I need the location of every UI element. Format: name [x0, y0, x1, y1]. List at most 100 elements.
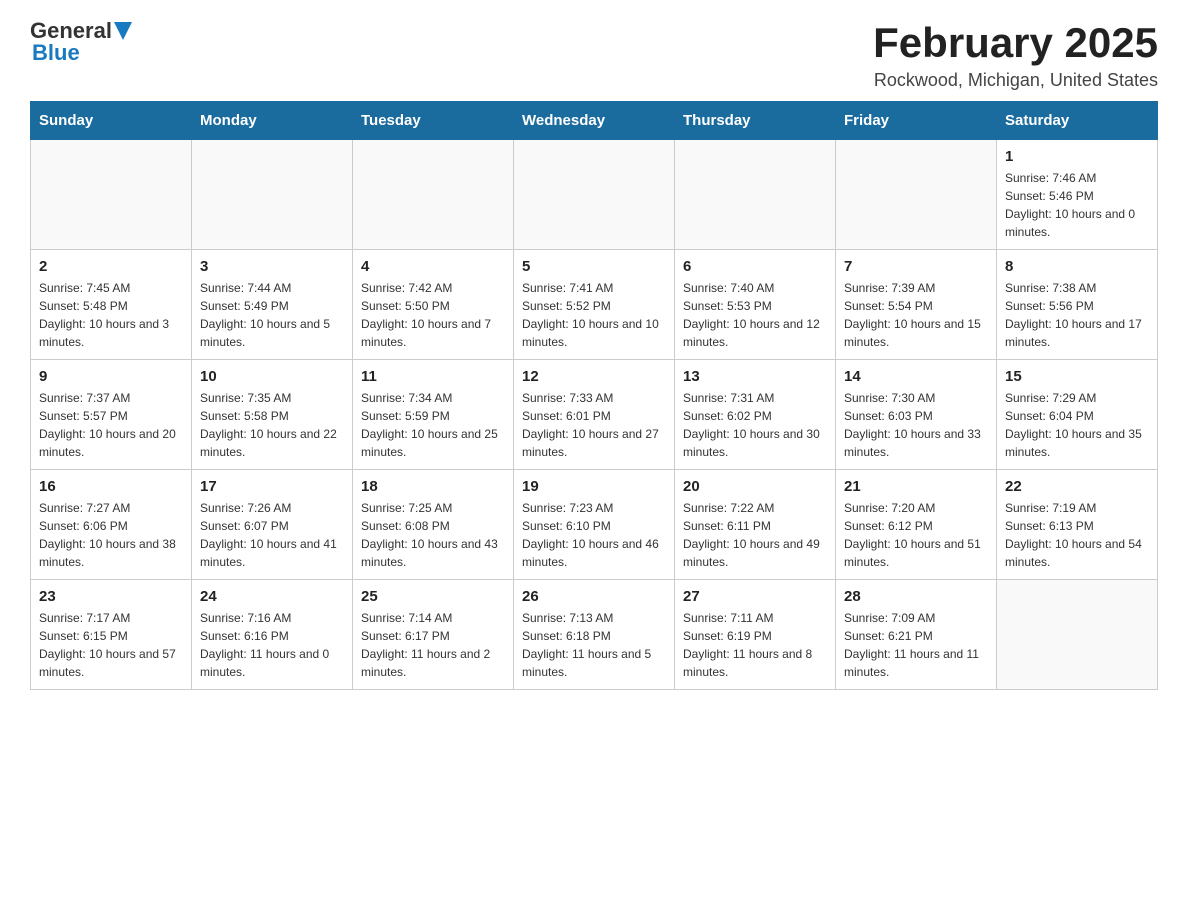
day-info: Sunrise: 7:26 AMSunset: 6:07 PMDaylight:… — [200, 499, 344, 571]
calendar-day-cell — [836, 140, 997, 250]
calendar-day-cell: 23 Sunrise: 7:17 AMSunset: 6:15 PMDayligh… — [31, 580, 192, 690]
calendar-day-cell: 13 Sunrise: 7:31 AMSunset: 6:02 PMDayligh… — [675, 360, 836, 470]
logo-general-text: General — [30, 20, 112, 42]
day-info: Sunrise: 7:14 AMSunset: 6:17 PMDaylight:… — [361, 609, 505, 681]
day-info: Sunrise: 7:20 AMSunset: 6:12 PMDaylight:… — [844, 499, 988, 571]
calendar-week-row: 16 Sunrise: 7:27 AMSunset: 6:06 PMDayligh… — [31, 470, 1158, 580]
col-tuesday: Tuesday — [353, 102, 514, 140]
day-number: 16 — [39, 478, 183, 495]
logo: General Blue — [30, 20, 132, 64]
day-info: Sunrise: 7:33 AMSunset: 6:01 PMDaylight:… — [522, 389, 666, 461]
calendar-day-cell: 6 Sunrise: 7:40 AMSunset: 5:53 PMDaylight… — [675, 250, 836, 360]
calendar-day-cell — [31, 140, 192, 250]
day-info: Sunrise: 7:16 AMSunset: 6:16 PMDaylight:… — [200, 609, 344, 681]
day-info: Sunrise: 7:41 AMSunset: 5:52 PMDaylight:… — [522, 279, 666, 351]
calendar-day-cell: 27 Sunrise: 7:11 AMSunset: 6:19 PMDayligh… — [675, 580, 836, 690]
col-sunday: Sunday — [31, 102, 192, 140]
day-number: 7 — [844, 258, 988, 275]
day-info: Sunrise: 7:42 AMSunset: 5:50 PMDaylight:… — [361, 279, 505, 351]
calendar-day-cell: 4Sunrise: 7:42 AMSunset: 5:50 PMDaylight… — [353, 250, 514, 360]
day-info: Sunrise: 7:45 AMSunset: 5:48 PMDaylight:… — [39, 279, 183, 351]
day-info: Sunrise: 7:23 AMSunset: 6:10 PMDaylight:… — [522, 499, 666, 571]
page-header: General Blue February 2025 Rockwood, Mic… — [30, 20, 1158, 91]
calendar-day-cell — [997, 580, 1158, 690]
day-info: Sunrise: 7:37 AMSunset: 5:57 PMDaylight:… — [39, 389, 183, 461]
day-number: 5 — [522, 258, 666, 275]
day-info: Sunrise: 7:09 AMSunset: 6:21 PMDaylight:… — [844, 609, 988, 681]
calendar-day-cell: 7 Sunrise: 7:39 AMSunset: 5:54 PMDaylight… — [836, 250, 997, 360]
calendar-day-cell: 16 Sunrise: 7:27 AMSunset: 6:06 PMDayligh… — [31, 470, 192, 580]
calendar-day-cell: 9 Sunrise: 7:37 AMSunset: 5:57 PMDaylight… — [31, 360, 192, 470]
day-info: Sunrise: 7:27 AMSunset: 6:06 PMDaylight:… — [39, 499, 183, 571]
page-title: February 2025 — [873, 20, 1158, 66]
col-monday: Monday — [192, 102, 353, 140]
day-info: Sunrise: 7:38 AMSunset: 5:56 PMDaylight:… — [1005, 279, 1149, 351]
day-number: 25 — [361, 588, 505, 605]
calendar-week-row: 23 Sunrise: 7:17 AMSunset: 6:15 PMDayligh… — [31, 580, 1158, 690]
day-number: 26 — [522, 588, 666, 605]
day-number: 6 — [683, 258, 827, 275]
day-number: 11 — [361, 368, 505, 385]
calendar-day-cell: 8Sunrise: 7:38 AMSunset: 5:56 PMDaylight… — [997, 250, 1158, 360]
day-number: 28 — [844, 588, 988, 605]
day-number: 9 — [39, 368, 183, 385]
day-number: 24 — [200, 588, 344, 605]
calendar-header-row: Sunday Monday Tuesday Wednesday Thursday… — [31, 102, 1158, 140]
calendar-day-cell: 5 Sunrise: 7:41 AMSunset: 5:52 PMDaylight… — [514, 250, 675, 360]
calendar-day-cell: 17 Sunrise: 7:26 AMSunset: 6:07 PMDayligh… — [192, 470, 353, 580]
day-info: Sunrise: 7:40 AMSunset: 5:53 PMDaylight:… — [683, 279, 827, 351]
day-info: Sunrise: 7:19 AMSunset: 6:13 PMDaylight:… — [1005, 499, 1149, 571]
day-number: 1 — [1005, 148, 1149, 165]
day-number: 27 — [683, 588, 827, 605]
calendar-day-cell — [353, 140, 514, 250]
day-number: 10 — [200, 368, 344, 385]
calendar-day-cell: 20 Sunrise: 7:22 AMSunset: 6:11 PMDayligh… — [675, 470, 836, 580]
day-info: Sunrise: 7:44 AMSunset: 5:49 PMDaylight:… — [200, 279, 344, 351]
col-wednesday: Wednesday — [514, 102, 675, 140]
calendar-day-cell: 18 Sunrise: 7:25 AMSunset: 6:08 PMDayligh… — [353, 470, 514, 580]
day-number: 12 — [522, 368, 666, 385]
day-number: 23 — [39, 588, 183, 605]
calendar-day-cell: 22 Sunrise: 7:19 AMSunset: 6:13 PMDayligh… — [997, 470, 1158, 580]
day-info: Sunrise: 7:31 AMSunset: 6:02 PMDaylight:… — [683, 389, 827, 461]
calendar-day-cell: 14 Sunrise: 7:30 AMSunset: 6:03 PMDayligh… — [836, 360, 997, 470]
col-thursday: Thursday — [675, 102, 836, 140]
day-number: 14 — [844, 368, 988, 385]
day-info: Sunrise: 7:22 AMSunset: 6:11 PMDaylight:… — [683, 499, 827, 571]
day-info: Sunrise: 7:13 AMSunset: 6:18 PMDaylight:… — [522, 609, 666, 681]
calendar-day-cell: 25 Sunrise: 7:14 AMSunset: 6:17 PMDayligh… — [353, 580, 514, 690]
day-info: Sunrise: 7:46 AMSunset: 5:46 PMDaylight:… — [1005, 169, 1149, 241]
calendar-week-row: 2 Sunrise: 7:45 AMSunset: 5:48 PMDaylight… — [31, 250, 1158, 360]
day-info: Sunrise: 7:35 AMSunset: 5:58 PMDaylight:… — [200, 389, 344, 461]
day-number: 17 — [200, 478, 344, 495]
day-number: 13 — [683, 368, 827, 385]
day-number: 20 — [683, 478, 827, 495]
col-saturday: Saturday — [997, 102, 1158, 140]
calendar-day-cell: 12 Sunrise: 7:33 AMSunset: 6:01 PMDayligh… — [514, 360, 675, 470]
calendar-day-cell: 28 Sunrise: 7:09 AMSunset: 6:21 PMDayligh… — [836, 580, 997, 690]
day-info: Sunrise: 7:39 AMSunset: 5:54 PMDaylight:… — [844, 279, 988, 351]
day-info: Sunrise: 7:30 AMSunset: 6:03 PMDaylight:… — [844, 389, 988, 461]
col-friday: Friday — [836, 102, 997, 140]
calendar-day-cell: 1 Sunrise: 7:46 AMSunset: 5:46 PMDaylight… — [997, 140, 1158, 250]
day-info: Sunrise: 7:17 AMSunset: 6:15 PMDaylight:… — [39, 609, 183, 681]
calendar-day-cell: 11Sunrise: 7:34 AMSunset: 5:59 PMDayligh… — [353, 360, 514, 470]
day-number: 2 — [39, 258, 183, 275]
day-info: Sunrise: 7:29 AMSunset: 6:04 PMDaylight:… — [1005, 389, 1149, 461]
calendar-day-cell: 24 Sunrise: 7:16 AMSunset: 6:16 PMDayligh… — [192, 580, 353, 690]
day-number: 21 — [844, 478, 988, 495]
calendar-day-cell: 19Sunrise: 7:23 AMSunset: 6:10 PMDayligh… — [514, 470, 675, 580]
calendar-day-cell: 21 Sunrise: 7:20 AMSunset: 6:12 PMDayligh… — [836, 470, 997, 580]
day-number: 18 — [361, 478, 505, 495]
logo-blue-text: Blue — [32, 40, 80, 65]
logo-triangle-icon — [114, 22, 132, 40]
day-number: 22 — [1005, 478, 1149, 495]
day-number: 3 — [200, 258, 344, 275]
day-info: Sunrise: 7:11 AMSunset: 6:19 PMDaylight:… — [683, 609, 827, 681]
calendar-week-row: 9 Sunrise: 7:37 AMSunset: 5:57 PMDaylight… — [31, 360, 1158, 470]
calendar-day-cell — [675, 140, 836, 250]
day-info: Sunrise: 7:25 AMSunset: 6:08 PMDaylight:… — [361, 499, 505, 571]
calendar-day-cell: 10 Sunrise: 7:35 AMSunset: 5:58 PMDayligh… — [192, 360, 353, 470]
calendar-day-cell: 3 Sunrise: 7:44 AMSunset: 5:49 PMDaylight… — [192, 250, 353, 360]
calendar-day-cell: 2 Sunrise: 7:45 AMSunset: 5:48 PMDaylight… — [31, 250, 192, 360]
